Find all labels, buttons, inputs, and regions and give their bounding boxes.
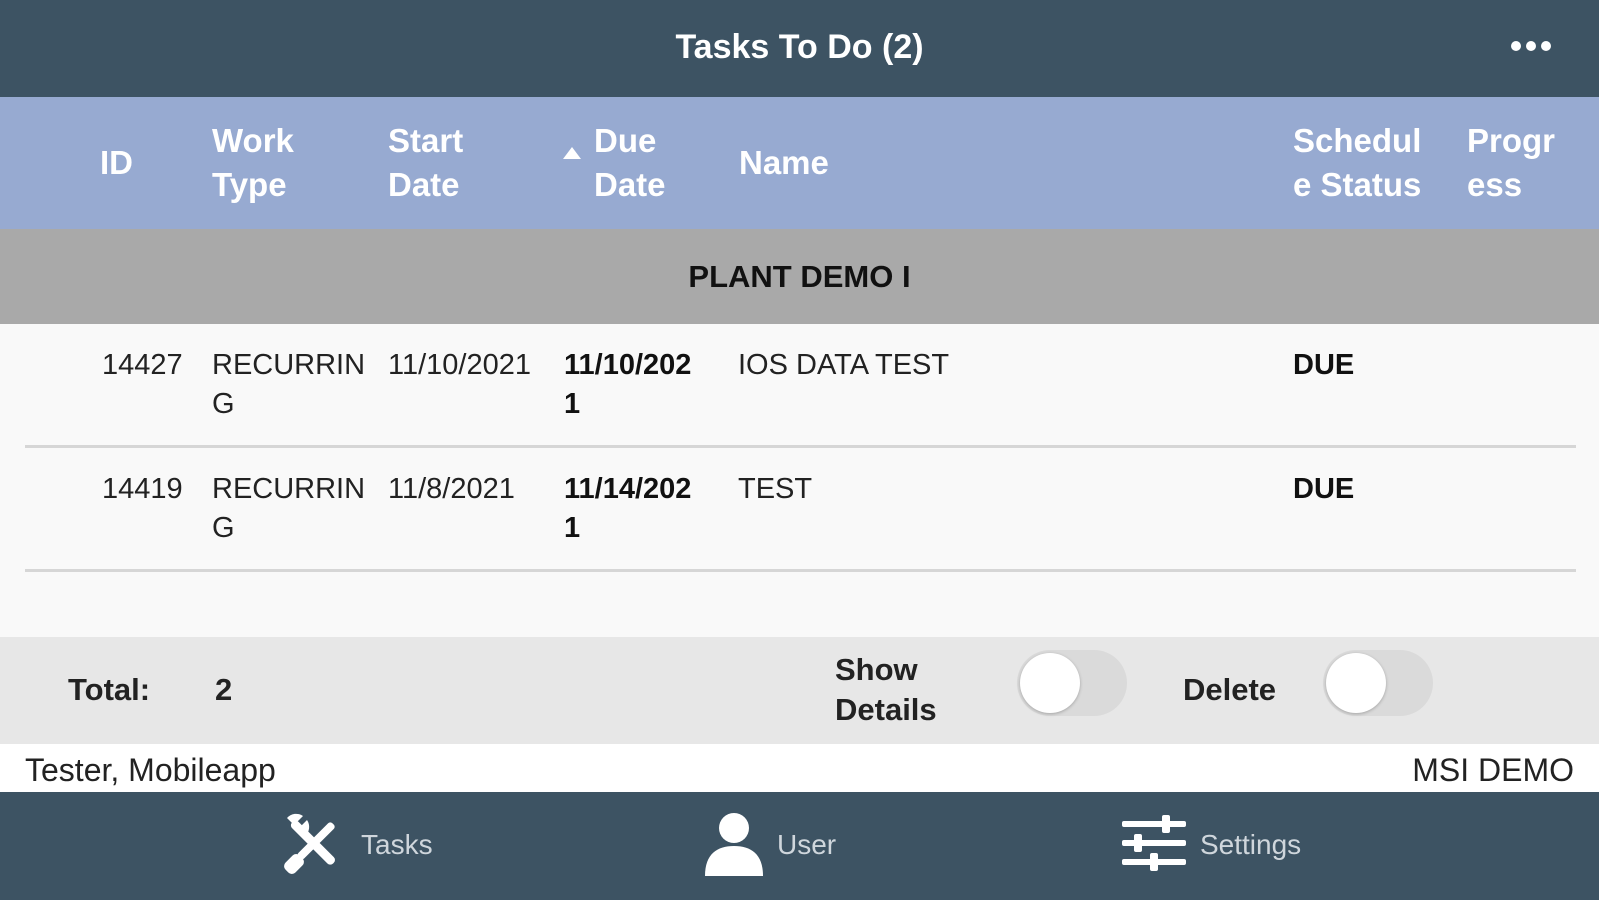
column-header-name[interactable]: Name (739, 141, 829, 185)
cell-name: TEST (738, 473, 813, 505)
cell-due-date-line2: 1 (564, 388, 581, 420)
more-dot (1526, 41, 1536, 51)
bottom-tab-bar: Tasks User Settings (0, 792, 1599, 900)
show-details-label: Show Details (835, 650, 937, 730)
cell-start-date: 11/8/2021 (388, 473, 515, 505)
row-divider (25, 569, 1576, 572)
column-header-due-date-line1: Due (594, 122, 657, 159)
cell-start-date: 11/10/2021 (388, 349, 531, 381)
column-header-schedule-status-line1: Schedul (1293, 122, 1422, 159)
column-header-start-date-line2: Date (388, 166, 460, 203)
cell-id: 14427 (102, 349, 183, 381)
column-header-progress-line1: Progr (1467, 122, 1556, 159)
column-header-due-date[interactable]: Due Date (594, 119, 666, 207)
tab-settings[interactable]: Settings (1120, 804, 1301, 886)
table-row[interactable]: 14427 RECURRIN G 11/10/2021 11/10/202 1 … (0, 324, 1599, 448)
cell-schedule-status: DUE (1293, 349, 1355, 381)
more-dot (1541, 41, 1551, 51)
cell-due-date-line1: 11/10/202 (564, 349, 692, 381)
column-header-work-type[interactable]: Work Type (212, 119, 294, 207)
cell-work-type-line2: G (212, 512, 235, 544)
delete-toggle[interactable] (1323, 650, 1433, 716)
total-value: 2 (215, 672, 233, 707)
toggle-knob (1020, 653, 1080, 713)
sort-ascending-icon (563, 147, 581, 159)
cell-due-date: 11/10/202 1 (564, 346, 691, 424)
show-details-label-line1: Show (835, 652, 918, 687)
column-header-start-date[interactable]: Start Date (388, 119, 463, 207)
column-header-work-type-line1: Work (212, 122, 294, 159)
column-header-start-date-line1: Start (388, 122, 464, 159)
column-header-schedule-status[interactable]: Schedul e Status (1293, 119, 1421, 207)
sliders-icon (1120, 813, 1188, 878)
cell-due-date-line2: 1 (564, 512, 581, 544)
cell-due-date: 11/14/202 1 (564, 470, 691, 548)
cell-work-type: RECURRIN G (212, 346, 365, 424)
tools-icon (279, 808, 349, 883)
column-header-progress[interactable]: Progr ess (1467, 119, 1555, 207)
tab-tasks[interactable]: Tasks (279, 804, 433, 886)
cell-work-type-line1: RECURRIN (212, 349, 366, 381)
cell-schedule-status: DUE (1293, 473, 1355, 505)
group-header[interactable]: PLANT DEMO I (0, 229, 1599, 324)
cell-work-type: RECURRIN G (212, 470, 365, 548)
page-title: Tasks To Do (2) (675, 28, 924, 66)
tab-user-label: User (777, 829, 837, 860)
cell-work-type-line1: RECURRIN (212, 473, 366, 505)
current-user: Tester, Mobileapp (25, 752, 276, 788)
more-dot (1511, 41, 1521, 51)
column-header-row: ID Work Type Start Date Due Date Name Sc… (0, 97, 1599, 229)
total-label: Total: (68, 672, 151, 707)
column-header-due-date-line2: Date (594, 166, 666, 203)
cell-due-date-line1: 11/14/202 (564, 473, 692, 505)
delete-label: Delete (1183, 672, 1277, 707)
toggle-knob (1326, 653, 1386, 713)
show-details-toggle[interactable] (1017, 650, 1127, 716)
top-nav-bar: Tasks To Do (2) (0, 0, 1599, 97)
more-options-icon[interactable] (1503, 26, 1559, 66)
task-list: 14427 RECURRIN G 11/10/2021 11/10/202 1 … (0, 324, 1599, 637)
show-details-label-line2: Details (835, 692, 937, 727)
column-header-id[interactable]: ID (100, 141, 133, 185)
list-footer: Total: 2 Show Details Delete (0, 637, 1599, 744)
current-site: MSI DEMO (1412, 752, 1574, 788)
user-icon (703, 808, 765, 883)
cell-name: IOS DATA TEST (738, 349, 950, 381)
column-header-progress-line2: ess (1467, 166, 1523, 203)
tab-tasks-label: Tasks (361, 829, 433, 860)
cell-id: 14419 (102, 473, 183, 505)
table-row[interactable]: 14419 RECURRIN G 11/8/2021 11/14/202 1 T… (0, 448, 1599, 572)
tab-settings-label: Settings (1200, 829, 1302, 860)
group-label: PLANT DEMO I (688, 258, 911, 294)
tab-user[interactable]: User (703, 804, 836, 886)
column-header-work-type-line2: Type (212, 166, 287, 203)
column-header-schedule-status-line2: e Status (1293, 166, 1422, 203)
status-line: Tester, Mobileapp MSI DEMO (0, 744, 1599, 792)
cell-work-type-line2: G (212, 388, 235, 420)
